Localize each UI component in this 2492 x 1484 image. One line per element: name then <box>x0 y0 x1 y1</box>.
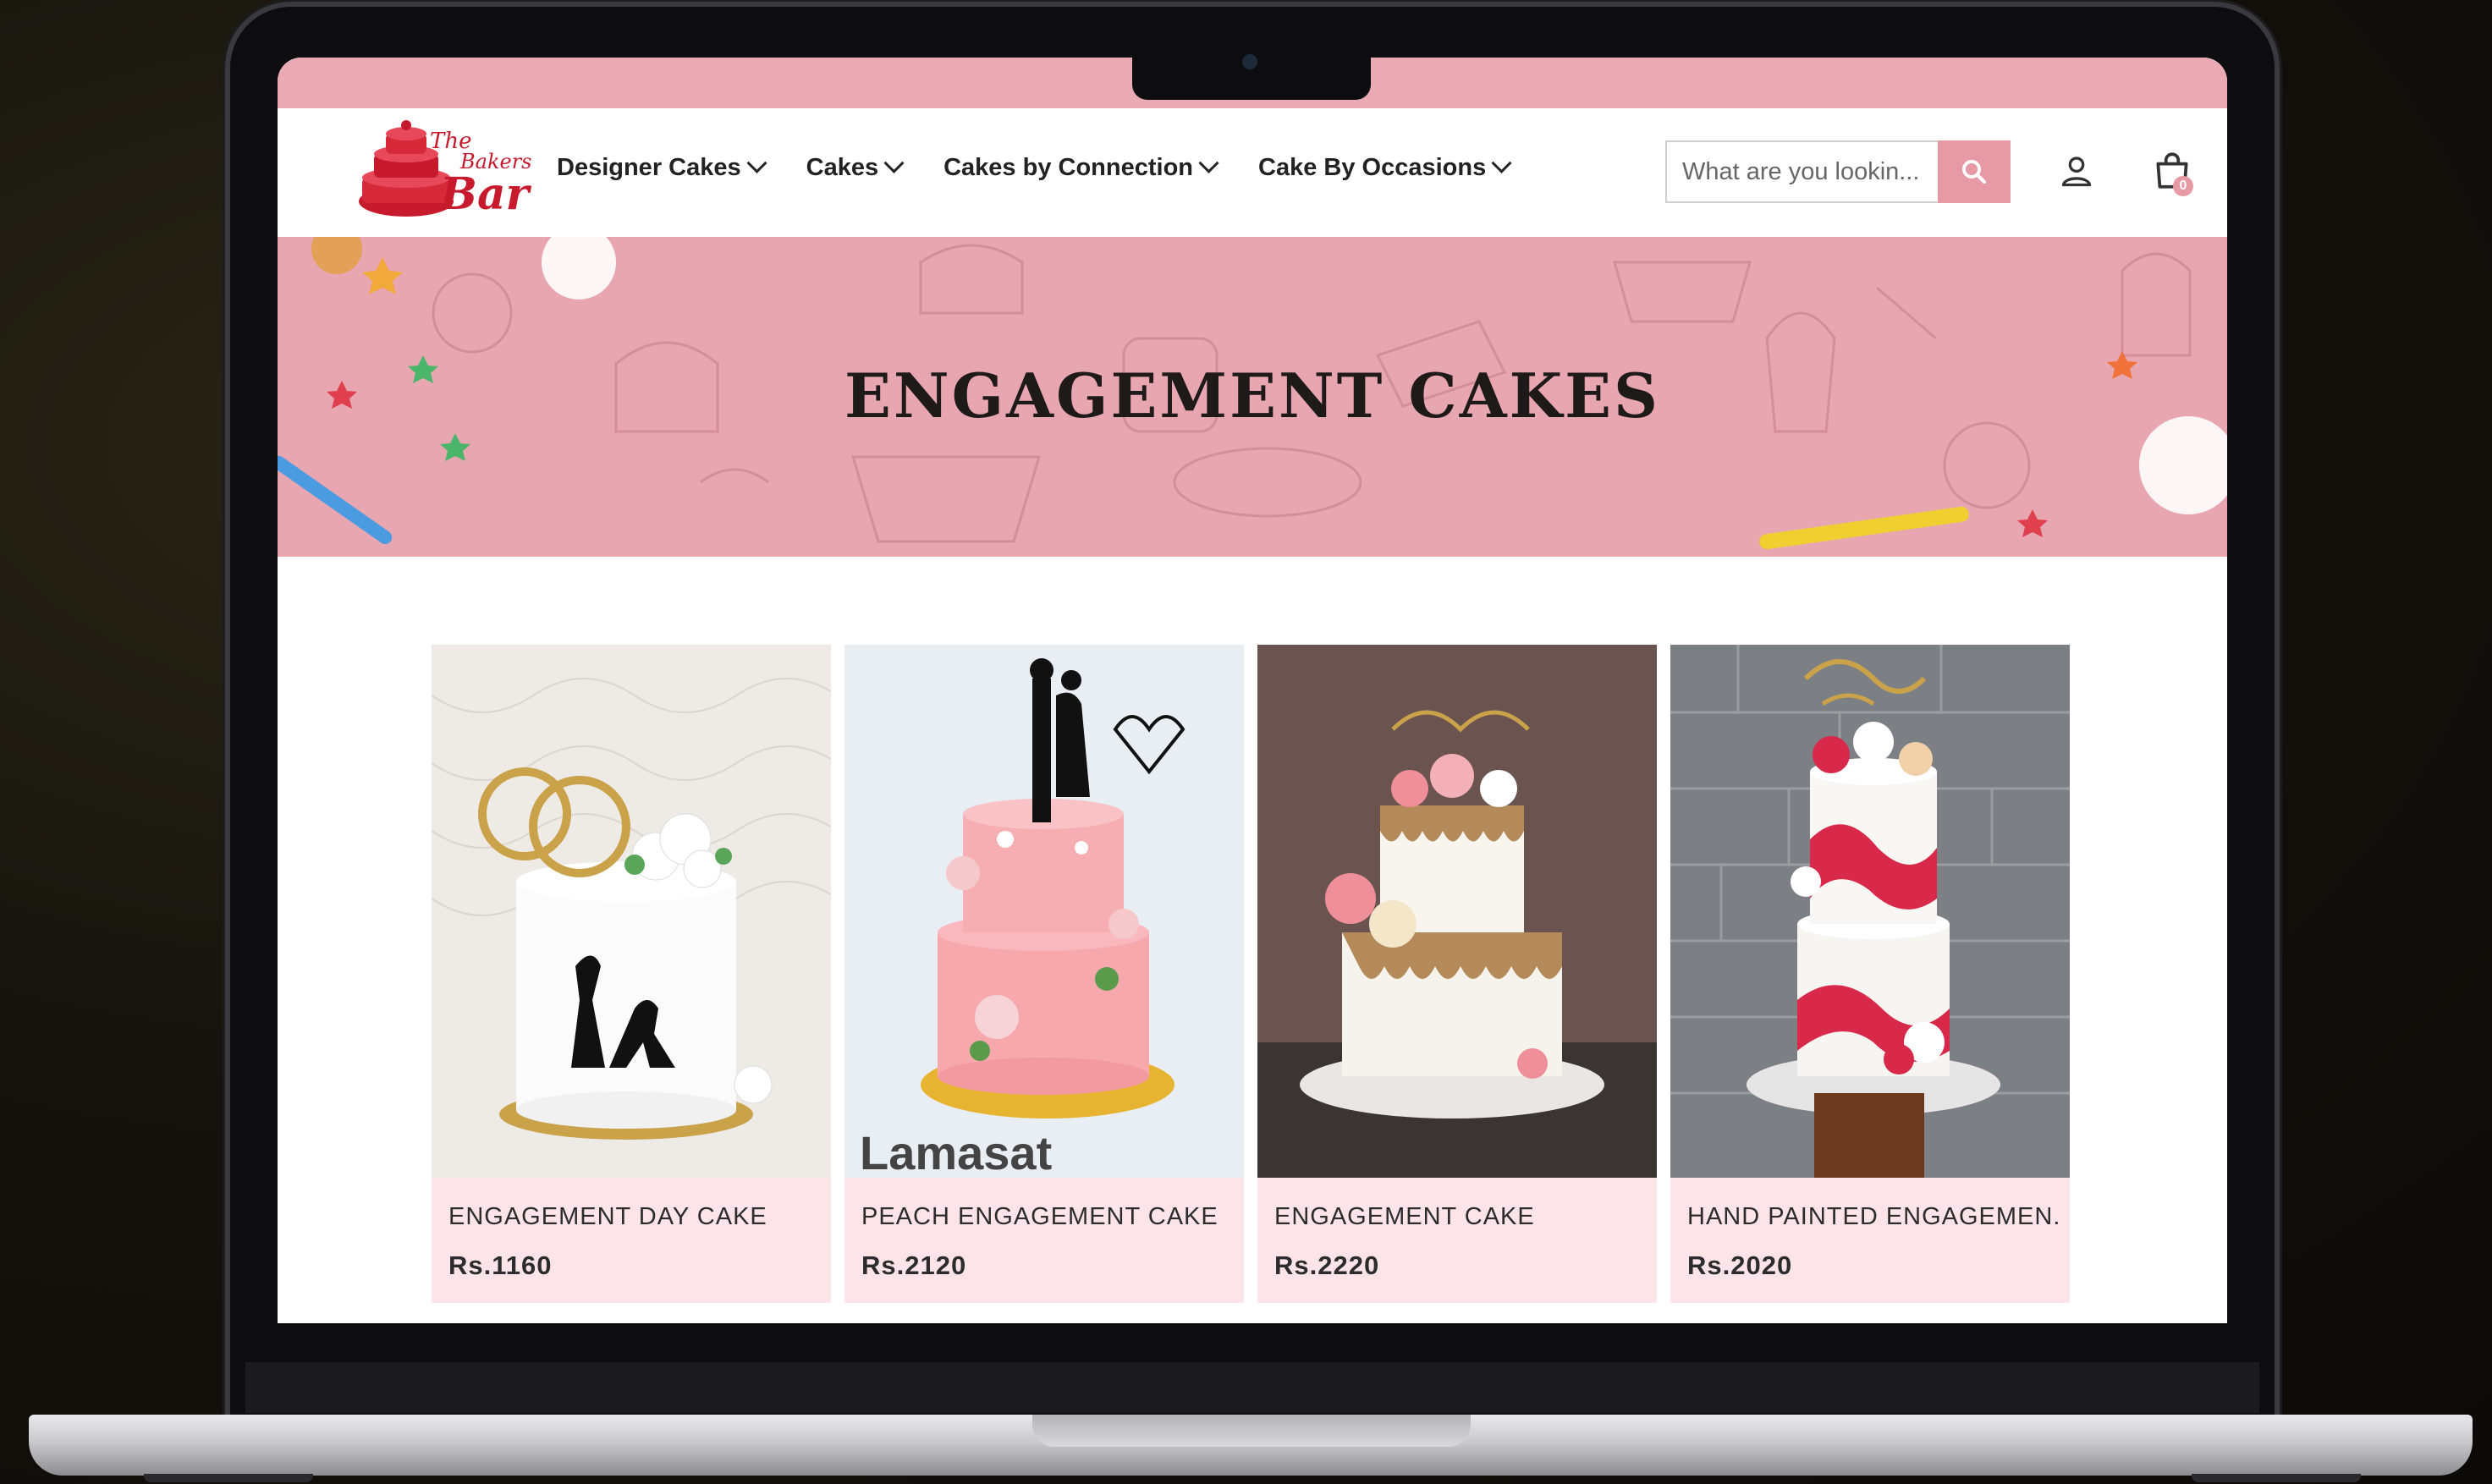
camera-icon <box>1242 54 1257 69</box>
category-banner: ENGAGEMENT CAKES <box>278 237 2227 557</box>
search-input[interactable] <box>1667 142 1968 201</box>
product-card[interactable]: ENGAGEMENT DAY CAKE Rs.1160 <box>432 645 831 1303</box>
nav-item-designer-cakes[interactable]: Designer Cakes <box>557 152 767 182</box>
chevron-down-icon <box>1198 152 1219 173</box>
product-image[interactable]: Lamasat <box>844 645 1244 1178</box>
product-grid: ENGAGEMENT DAY CAKE Rs.1160 Lamasat PEAC… <box>432 645 2070 1303</box>
laptop-foot <box>144 1474 313 1482</box>
site-header: The Bakers Bar Designer Cakes Cakes Cake… <box>278 108 2227 237</box>
product-card[interactable]: Lamasat PEACH ENGAGEMENT CAKE Rs.2120 <box>844 645 1244 1303</box>
chevron-down-icon <box>883 152 905 173</box>
product-price: Rs.2020 <box>1687 1250 1793 1280</box>
product-card[interactable]: ENGAGEMENT CAKE Rs.2220 <box>1257 645 1657 1303</box>
product-name[interactable]: HAND PAINTED ENGAGEMEN... <box>1687 1203 2060 1231</box>
product-price: Rs.2120 <box>861 1250 967 1280</box>
product-card[interactable]: HAND PAINTED ENGAGEMEN... Rs.2020 <box>1670 645 2070 1303</box>
account-button[interactable] <box>2058 152 2095 190</box>
product-name[interactable]: ENGAGEMENT DAY CAKE <box>448 1203 821 1231</box>
image-watermark: Lamasat <box>860 1126 1053 1178</box>
nav-label: Designer Cakes <box>557 154 741 181</box>
product-price: Rs.2220 <box>1274 1250 1380 1280</box>
engagement-cake-image <box>1257 645 1657 1178</box>
laptop-foot <box>2192 1474 2361 1482</box>
engagement-day-cake-image <box>432 645 831 1178</box>
search-box <box>1665 140 2011 203</box>
logo-text-bottom: Bar <box>440 168 530 220</box>
nav-item-cakes[interactable]: Cakes <box>806 152 905 182</box>
product-image[interactable] <box>1670 645 2070 1178</box>
page-title: ENGAGEMENT CAKES <box>844 360 1661 431</box>
product-name[interactable]: PEACH ENGAGEMENT CAKE <box>861 1203 1234 1231</box>
user-icon <box>2061 157 2092 187</box>
laptop-base-groove <box>1032 1415 1471 1447</box>
main-nav: Designer Cakes Cakes Cakes by Connection… <box>557 152 1551 182</box>
site-logo[interactable]: The Bakers Bar <box>355 118 531 225</box>
nav-item-cakes-by-connection[interactable]: Cakes by Connection <box>943 152 1219 182</box>
hand-painted-engagement-cake-image <box>1670 645 2070 1178</box>
product-image[interactable] <box>432 645 831 1178</box>
chevron-down-icon <box>746 152 767 173</box>
peach-engagement-cake-image <box>844 645 1244 1178</box>
nav-item-cake-by-occasions[interactable]: Cake By Occasions <box>1258 152 1512 182</box>
nav-label: Cake By Occasions <box>1258 154 1487 181</box>
laptop-bezel-bottom <box>245 1362 2259 1413</box>
nav-label: Cakes <box>806 154 879 181</box>
search-button[interactable] <box>1938 140 2011 203</box>
product-name[interactable]: ENGAGEMENT CAKE <box>1274 1203 1647 1231</box>
product-price: Rs.1160 <box>448 1250 553 1280</box>
cart-count-badge: 0 <box>2173 176 2193 196</box>
search-icon <box>1962 160 1987 184</box>
chevron-down-icon <box>1491 152 1512 173</box>
nav-label: Cakes by Connection <box>943 154 1193 181</box>
laptop-screen: The Bakers Bar Designer Cakes Cakes Cake… <box>278 58 2227 1323</box>
product-image[interactable] <box>1257 645 1657 1178</box>
